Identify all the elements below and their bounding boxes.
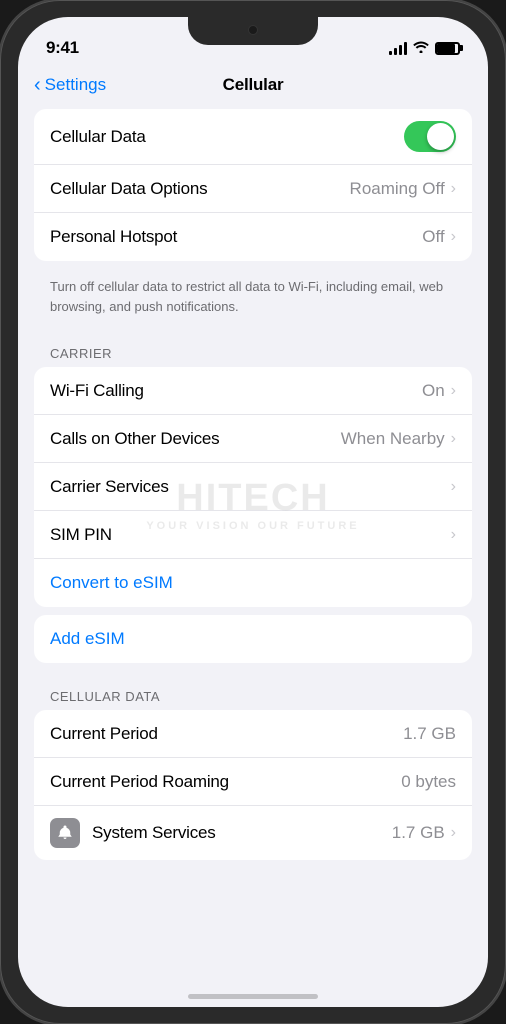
chevron-right-icon: ›	[451, 526, 456, 544]
nav-bar: ‹ Settings Cellular	[18, 65, 488, 109]
add-esim-group: Add eSIM	[34, 615, 472, 663]
cellular-data-options-label: Cellular Data Options	[50, 179, 207, 199]
current-period-roaming-label: Current Period Roaming	[50, 772, 229, 792]
back-button[interactable]: ‹ Settings	[34, 75, 106, 95]
wifi-icon	[413, 40, 429, 56]
notch	[188, 17, 318, 45]
current-period-roaming-row: Current Period Roaming 0 bytes	[34, 758, 472, 806]
calls-other-devices-right: When Nearby ›	[341, 429, 456, 449]
cellular-data-toggle[interactable]	[404, 121, 456, 152]
wifi-calling-right: On ›	[422, 381, 456, 401]
signal-bars	[389, 41, 407, 55]
cellular-data-label: Cellular Data	[50, 127, 146, 147]
sim-pin-right: ›	[451, 526, 456, 544]
personal-hotspot-label: Personal Hotspot	[50, 227, 177, 247]
system-services-right: 1.7 GB ›	[392, 823, 456, 843]
sim-pin-label: SIM PIN	[50, 525, 112, 545]
cellular-data-description: Turn off cellular data to restrict all d…	[34, 269, 472, 328]
chevron-right-icon: ›	[451, 430, 456, 448]
battery-icon	[435, 42, 460, 55]
system-services-icon	[50, 818, 80, 848]
wifi-calling-value: On	[422, 381, 445, 401]
back-chevron-icon: ‹	[34, 75, 41, 95]
main-settings-group: Cellular Data Cellular Data Options Roam…	[34, 109, 472, 261]
cellular-data-stats-group: Current Period 1.7 GB Current Period Roa…	[34, 710, 472, 860]
chevron-right-icon: ›	[451, 382, 456, 400]
chevron-right-icon: ›	[451, 478, 456, 496]
carrier-settings-group: Wi-Fi Calling On › Calls on Other Device…	[34, 367, 472, 607]
cellular-data-options-row[interactable]: Cellular Data Options Roaming Off ›	[34, 165, 472, 213]
page-title: Cellular	[223, 75, 284, 95]
carrier-services-right: ›	[445, 478, 456, 496]
cellular-data-options-right: Roaming Off ›	[350, 179, 456, 199]
signal-bar-3	[399, 45, 402, 55]
cellular-data-options-value: Roaming Off	[350, 179, 445, 199]
back-button-label: Settings	[45, 75, 106, 95]
current-period-label: Current Period	[50, 724, 158, 744]
wifi-calling-row[interactable]: Wi-Fi Calling On ›	[34, 367, 472, 415]
status-icons	[389, 40, 460, 56]
system-services-value: 1.7 GB	[392, 823, 445, 843]
cellular-data-section-header: CELLULAR DATA	[34, 671, 472, 710]
battery-fill	[437, 44, 455, 53]
convert-esim-label: Convert to eSIM	[50, 573, 173, 593]
chevron-right-icon: ›	[451, 180, 456, 198]
calls-other-devices-row[interactable]: Calls on Other Devices When Nearby ›	[34, 415, 472, 463]
camera	[248, 25, 258, 35]
current-period-row: Current Period 1.7 GB	[34, 710, 472, 758]
calls-other-devices-label: Calls on Other Devices	[50, 429, 219, 449]
add-esim-label: Add eSIM	[50, 629, 125, 649]
signal-bar-2	[394, 48, 397, 55]
phone-screen: HITECH YOUR VISION OUR FUTURE 9:41	[18, 17, 488, 1007]
current-period-value: 1.7 GB	[403, 724, 456, 744]
personal-hotspot-right: Off ›	[422, 227, 456, 247]
chevron-right-icon: ›	[451, 824, 456, 842]
current-period-roaming-value: 0 bytes	[401, 772, 456, 792]
system-services-row[interactable]: System Services 1.7 GB ›	[34, 806, 472, 860]
system-services-left: System Services	[50, 818, 216, 848]
convert-esim-row[interactable]: Convert to eSIM	[34, 559, 472, 607]
carrier-services-label: Carrier Services	[50, 477, 169, 497]
system-services-label: System Services	[92, 823, 216, 843]
carrier-section-header: CARRIER	[34, 328, 472, 367]
status-time: 9:41	[46, 38, 79, 58]
signal-bar-4	[404, 42, 407, 55]
content-area: Cellular Data Cellular Data Options Roam…	[18, 109, 488, 1007]
personal-hotspot-row[interactable]: Personal Hotspot Off ›	[34, 213, 472, 261]
signal-bar-1	[389, 51, 392, 55]
calls-other-devices-value: When Nearby	[341, 429, 445, 449]
add-esim-row[interactable]: Add eSIM	[34, 615, 472, 663]
wifi-calling-label: Wi-Fi Calling	[50, 381, 144, 401]
home-indicator	[188, 994, 318, 999]
cellular-data-row[interactable]: Cellular Data	[34, 109, 472, 165]
carrier-services-row[interactable]: Carrier Services ›	[34, 463, 472, 511]
sim-pin-row[interactable]: SIM PIN ›	[34, 511, 472, 559]
phone-frame: HITECH YOUR VISION OUR FUTURE 9:41	[0, 0, 506, 1024]
personal-hotspot-value: Off	[422, 227, 444, 247]
chevron-right-icon: ›	[451, 228, 456, 246]
toggle-knob	[427, 123, 454, 150]
